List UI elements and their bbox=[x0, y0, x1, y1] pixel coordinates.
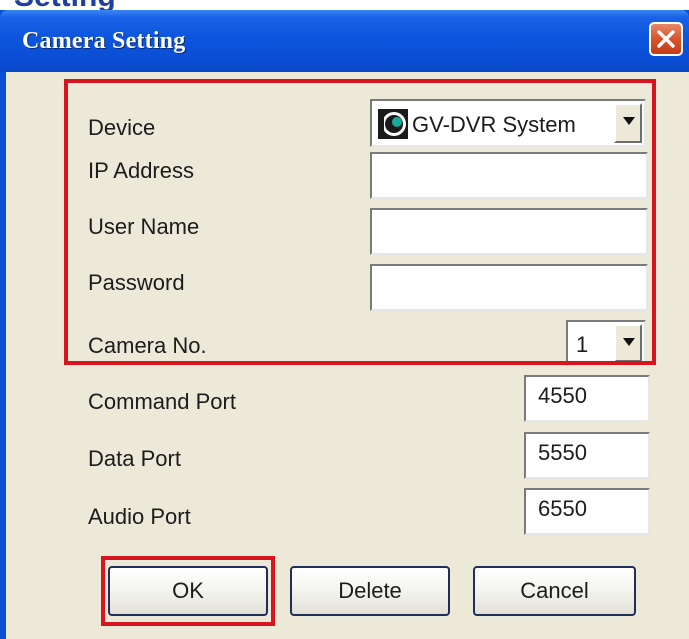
audio-port-label: Audio Port bbox=[88, 504, 191, 529]
highlight-ok-button bbox=[101, 556, 275, 626]
window-title: Camera Setting bbox=[22, 28, 186, 54]
close-icon bbox=[657, 30, 675, 48]
data-port-value: 5550 bbox=[538, 440, 587, 465]
command-port-field[interactable]: 4550 bbox=[524, 375, 650, 422]
command-port-value: 4550 bbox=[538, 383, 587, 408]
delete-button[interactable]: Delete bbox=[290, 566, 450, 616]
cancel-button[interactable]: Cancel bbox=[473, 566, 636, 616]
command-port-label: Command Port bbox=[88, 389, 236, 414]
audio-port-field[interactable]: 6550 bbox=[524, 488, 650, 535]
audio-port-value: 6550 bbox=[538, 496, 587, 521]
data-port-label: Data Port bbox=[88, 446, 181, 471]
close-button[interactable] bbox=[649, 22, 683, 56]
highlight-connection-fields bbox=[64, 79, 656, 365]
title-bar[interactable]: Camera Setting bbox=[0, 10, 689, 72]
data-port-field[interactable]: 5550 bbox=[524, 432, 650, 479]
